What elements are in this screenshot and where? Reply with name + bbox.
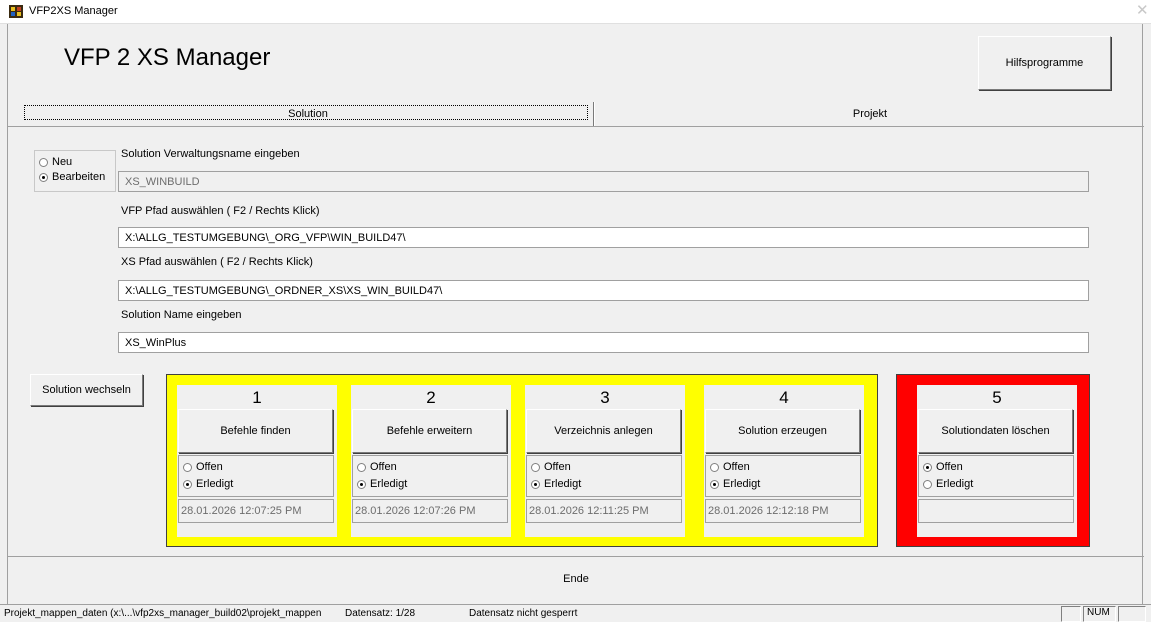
mode-option-edit[interactable]: Bearbeiten xyxy=(39,171,105,183)
status-record: Datensatz: 1/28 xyxy=(345,608,416,619)
generate-solution-button[interactable]: Solution erzeugen xyxy=(705,409,860,453)
tab-divider xyxy=(593,102,595,126)
status-done-option[interactable]: Erledigt xyxy=(923,478,973,490)
tab-projekt-label: Projekt xyxy=(852,108,888,120)
radio-offen[interactable] xyxy=(531,462,540,472)
radio-bearbeiten[interactable] xyxy=(39,172,48,182)
status-open-label: Offen xyxy=(370,461,397,473)
xs-path-label: XS Pfad auswählen ( F2 / Rechts Klick) xyxy=(121,256,313,268)
switch-solution-button[interactable]: Solution wechseln xyxy=(30,374,143,406)
status-open-option[interactable]: Offen xyxy=(710,461,750,473)
status-open-option[interactable]: Offen xyxy=(923,461,963,473)
delete-solution-data-button[interactable]: Solutiondaten löschen xyxy=(918,409,1073,453)
mode-option-new[interactable]: Neu xyxy=(39,156,72,168)
exit-button[interactable]: Ende xyxy=(8,556,1144,602)
statusbar: Projekt_mappen_daten (x:\...\vfp2xs_mana… xyxy=(0,604,1151,622)
step-2: 2 Befehle erweitern Offen Erledigt 28.01… xyxy=(351,385,511,537)
step-status-group: Offen Erledigt xyxy=(352,455,508,497)
solution-name-field[interactable]: XS_WinPlus xyxy=(118,332,1089,353)
status-open-label: Offen xyxy=(723,461,750,473)
tab-solution[interactable]: Solution xyxy=(22,102,594,126)
status-open-label: Offen xyxy=(196,461,223,473)
create-directory-button[interactable]: Verzeichnis anlegen xyxy=(526,409,681,453)
status-open-option[interactable]: Offen xyxy=(183,461,223,473)
solution-name-label: Solution Name eingeben xyxy=(121,309,242,321)
status-done-label: Erledigt xyxy=(196,478,234,490)
mode-option-new-label: Neu xyxy=(52,156,73,168)
status-done-label: Erledigt xyxy=(370,478,408,490)
step-status-group: Offen Erledigt xyxy=(705,455,861,497)
app-icon xyxy=(9,5,23,18)
radio-offen[interactable] xyxy=(710,462,719,472)
status-open-option[interactable]: Offen xyxy=(357,461,397,473)
tools-button[interactable]: Hilfsprogramme xyxy=(978,36,1111,90)
status-done-option[interactable]: Erledigt xyxy=(710,478,760,490)
step-date-field[interactable] xyxy=(918,499,1074,523)
radio-erledigt[interactable] xyxy=(183,479,192,489)
window-title: VFP2XS Manager xyxy=(29,5,118,17)
status-done-option[interactable]: Erledigt xyxy=(183,478,233,490)
status-open-label: Offen xyxy=(544,461,571,473)
vfp-path-label: VFP Pfad auswählen ( F2 / Rechts Klick) xyxy=(121,205,320,217)
step-status-group: Offen Erledigt xyxy=(918,455,1074,497)
mode-option-edit-label: Bearbeiten xyxy=(52,171,106,183)
page-title: VFP 2 XS Manager xyxy=(64,44,271,71)
step-date-field[interactable]: 28.01.2026 12:12:18 PM xyxy=(705,499,861,523)
window-titlebar: VFP2XS Manager ✕ xyxy=(0,0,1151,24)
xs-path-field[interactable]: X:\ALLG_TESTUMGEBUNG\_ORDNER_XS\XS_WIN_B… xyxy=(118,280,1089,301)
status-lock-state: Datensatz nicht gesperrt xyxy=(469,608,578,619)
step-4: 4 Solution erzeugen Offen Erledigt 28.01… xyxy=(704,385,864,537)
step-1: 1 Befehle finden Offen Erledigt 28.01.20… xyxy=(177,385,337,537)
tab-baseline xyxy=(8,126,1144,127)
admin-name-label: Solution Verwaltungsname eingeben xyxy=(121,148,300,160)
status-open-label: Offen xyxy=(936,461,963,473)
radio-erledigt[interactable] xyxy=(531,479,540,489)
step-date-field[interactable]: 28.01.2026 12:07:25 PM xyxy=(178,499,334,523)
mode-option-group: Neu Bearbeiten xyxy=(34,150,116,192)
status-done-option[interactable]: Erledigt xyxy=(531,478,581,490)
status-panel-empty xyxy=(1061,606,1081,622)
radio-erledigt[interactable] xyxy=(923,479,932,489)
step-number: 1 xyxy=(252,388,262,407)
radio-neu[interactable] xyxy=(39,157,48,167)
step-number: 4 xyxy=(779,388,789,407)
step-3: 3 Verzeichnis anlegen Offen Erledigt 28.… xyxy=(525,385,685,537)
radio-offen[interactable] xyxy=(357,462,366,472)
radio-offen[interactable] xyxy=(183,462,192,472)
step-date-field[interactable]: 28.01.2026 12:07:26 PM xyxy=(352,499,508,523)
tab-projekt[interactable]: Projekt xyxy=(596,102,1144,126)
find-commands-button[interactable]: Befehle finden xyxy=(178,409,333,453)
status-open-option[interactable]: Offen xyxy=(531,461,571,473)
close-icon[interactable]: ✕ xyxy=(1136,3,1149,18)
status-num: NUM xyxy=(1083,606,1116,622)
step-status-group: Offen Erledigt xyxy=(178,455,334,497)
radio-offen[interactable] xyxy=(923,462,932,472)
status-done-label: Erledigt xyxy=(544,478,582,490)
status-done-label: Erledigt xyxy=(723,478,761,490)
step-status-group: Offen Erledigt xyxy=(526,455,682,497)
vfp-path-field[interactable]: X:\ALLG_TESTUMGEBUNG\_ORG_VFP\WIN_BUILD4… xyxy=(118,227,1089,248)
step-date-field[interactable]: 28.01.2026 12:11:25 PM xyxy=(526,499,682,523)
status-done-option[interactable]: Erledigt xyxy=(357,478,407,490)
step-number: 3 xyxy=(600,388,610,407)
admin-name-field[interactable]: XS_WINBUILD xyxy=(118,171,1089,192)
step-5: 5 Solutiondaten löschen Offen Erledigt xyxy=(917,385,1077,537)
status-done-label: Erledigt xyxy=(936,478,974,490)
step-number: 2 xyxy=(426,388,436,407)
radio-erledigt[interactable] xyxy=(357,479,366,489)
tab-focus-rect xyxy=(24,105,588,120)
extend-commands-button[interactable]: Befehle erweitern xyxy=(352,409,507,453)
status-panel-empty xyxy=(1118,606,1146,622)
exit-button-label: Ende xyxy=(563,573,589,585)
step-number: 5 xyxy=(992,388,1002,407)
radio-erledigt[interactable] xyxy=(710,479,719,489)
status-table-path: Projekt_mappen_daten (x:\...\vfp2xs_mana… xyxy=(4,608,322,619)
